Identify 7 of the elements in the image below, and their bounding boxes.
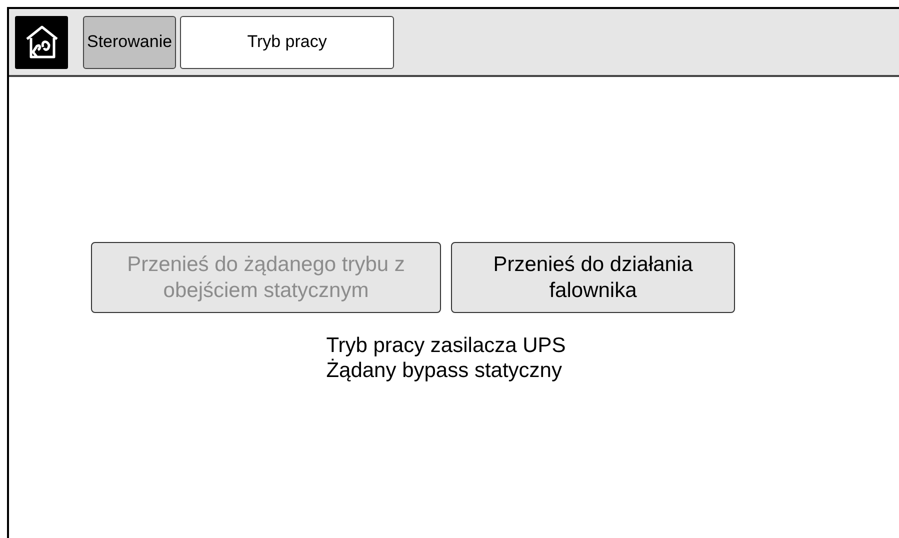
status-text: Tryb pracy zasilacza UPS — [326, 333, 566, 358]
home-icon — [24, 24, 60, 60]
breadcrumb-tab[interactable]: Tryb pracy — [180, 16, 394, 68]
home-button[interactable] — [15, 16, 68, 68]
status-text: Żądany bypass statyczny — [326, 358, 562, 383]
breadcrumb-tab[interactable]: Sterowanie — [83, 16, 176, 68]
action-button[interactable]: Przenieś do działania falownika — [451, 242, 735, 313]
